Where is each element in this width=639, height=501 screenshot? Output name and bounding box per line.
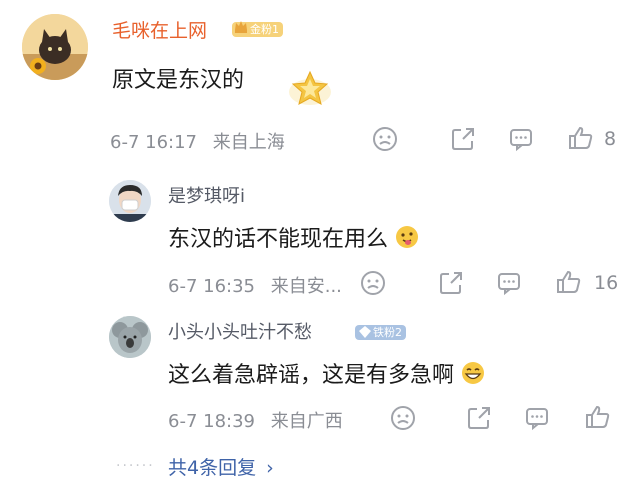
comment-meta: 6-7 16:17 来自上海 — [110, 128, 285, 154]
comment-icon[interactable] — [496, 270, 522, 296]
like-icon[interactable] — [568, 125, 594, 151]
share-icon[interactable] — [466, 405, 492, 431]
comment-time: 6-7 16:17 — [110, 132, 197, 153]
reply-1-like-count: 16 — [594, 272, 619, 294]
avatar-reply-1[interactable] — [109, 180, 151, 222]
reply-2-text-body: 这么着急辟谣，这是有多急啊 — [168, 363, 455, 388]
more-replies-label[interactable]: 共4条回复 — [168, 457, 256, 479]
reply-1-text-body: 东汉的话不能现在用么 — [168, 227, 389, 252]
reply-1-time: 6-7 16:35 — [168, 276, 255, 297]
share-icon[interactable] — [450, 126, 476, 152]
comment-author[interactable]: 毛咪在上网 — [112, 16, 207, 43]
reply-2-location: 来自广西 — [270, 411, 343, 432]
fan-badge-silver: 铁粉2 — [355, 321, 406, 340]
reply-2-text: 这么着急辟谣，这是有多急啊 — [168, 357, 485, 391]
avatar-reply-2[interactable] — [109, 316, 151, 358]
person-avatar-image — [109, 180, 151, 222]
reply-2-time: 6-7 18:39 — [168, 411, 255, 432]
more-replies-link[interactable]: 共4条回复 › — [168, 453, 274, 480]
emoji-icon[interactable] — [360, 270, 386, 296]
reply-1-meta: 6-7 16:35 来自安... — [168, 272, 342, 298]
like-count: 8 — [604, 128, 617, 150]
fan-badge-gold: 金粉1 — [232, 18, 283, 37]
reply-2-author[interactable]: 小头小头吐汁不愁 — [168, 318, 312, 344]
thread-dots: ······ — [116, 458, 155, 474]
reply-1-text: 东汉的话不能现在用么 — [168, 221, 419, 255]
tongue-emoji-icon — [395, 225, 419, 255]
grin-emoji-icon — [461, 361, 485, 391]
crown-icon — [234, 18, 248, 38]
reply-1-author[interactable]: 是梦琪呀i — [168, 182, 245, 208]
comment-icon[interactable] — [524, 405, 550, 431]
emoji-icon[interactable] — [372, 126, 398, 152]
emoji-icon[interactable] — [390, 405, 416, 431]
like-icon[interactable] — [556, 269, 582, 295]
comment-icon[interactable] — [508, 126, 534, 152]
share-icon[interactable] — [438, 270, 464, 296]
cat-avatar-image — [22, 14, 88, 80]
chevron-right-icon: › — [266, 457, 274, 479]
comment-text: 原文是东汉的 — [112, 68, 245, 93]
diamond-icon — [359, 323, 371, 342]
reply-2-meta: 6-7 18:39 来自广西 — [168, 407, 343, 433]
star-badge-icon — [288, 68, 332, 112]
comment-location: 来自上海 — [212, 132, 285, 153]
avatar-main[interactable] — [22, 14, 88, 80]
koala-avatar-image — [109, 316, 151, 358]
like-icon[interactable] — [585, 404, 611, 430]
reply-1-location: 来自安... — [270, 276, 342, 297]
